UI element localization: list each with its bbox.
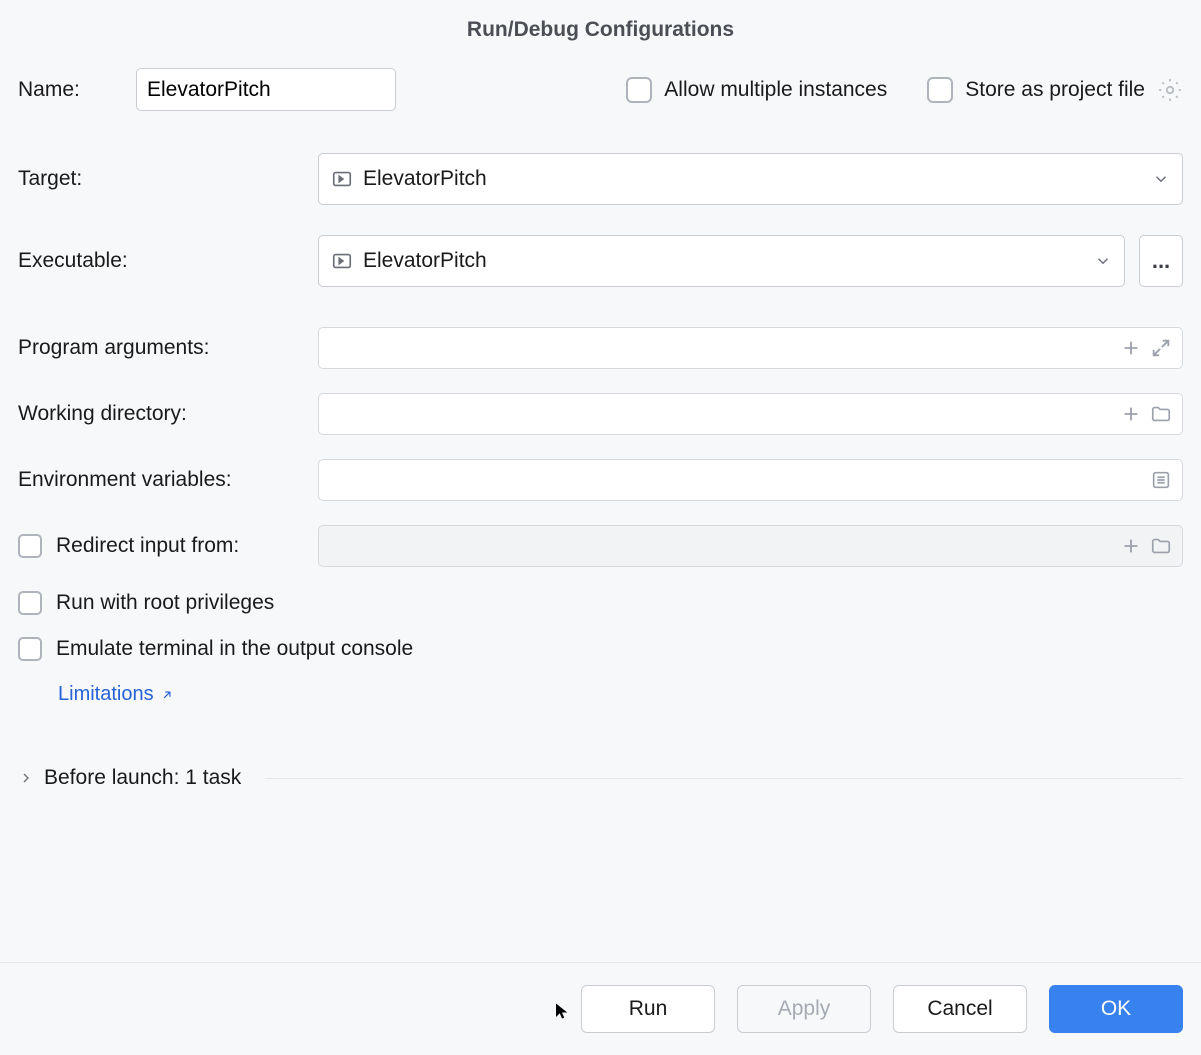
section-divider: [265, 778, 1183, 779]
executable-label: Executable:: [18, 249, 318, 273]
store-project-checkbox[interactable]: [927, 77, 953, 103]
redirect-input-label: Redirect input from:: [56, 534, 239, 558]
redirect-input-checkbox[interactable]: [18, 534, 42, 558]
before-launch-header[interactable]: Before launch: 1 task: [44, 766, 241, 790]
executable-icon: [331, 250, 353, 272]
working-dir-field[interactable]: [318, 393, 1183, 435]
plus-icon: [1120, 535, 1142, 557]
store-project-label: Store as project file: [965, 78, 1145, 102]
emulate-terminal-label: Emulate terminal in the output console: [56, 637, 413, 661]
allow-multiple-checkbox[interactable]: [626, 77, 652, 103]
executable-browse-button[interactable]: ...: [1139, 235, 1183, 287]
folder-icon: [1150, 535, 1172, 557]
target-select[interactable]: ElevatorPitch: [318, 153, 1183, 205]
program-args-label: Program arguments:: [18, 336, 318, 360]
apply-button[interactable]: Apply: [737, 985, 871, 1033]
target-value: ElevatorPitch: [363, 167, 1152, 191]
env-vars-input[interactable]: [329, 469, 1142, 491]
name-label: Name:: [18, 78, 136, 102]
target-label: Target:: [18, 167, 318, 191]
name-input[interactable]: [136, 68, 396, 111]
root-privileges-label: Run with root privileges: [56, 591, 274, 615]
executable-select[interactable]: ElevatorPitch: [318, 235, 1125, 287]
allow-multiple-label: Allow multiple instances: [664, 78, 887, 102]
cancel-button[interactable]: Cancel: [893, 985, 1027, 1033]
program-args-field[interactable]: [318, 327, 1183, 369]
external-link-icon: [160, 688, 174, 702]
limitations-label: Limitations: [58, 683, 154, 706]
gear-icon[interactable]: [1157, 77, 1183, 103]
dialog-title: Run/Debug Configurations: [0, 0, 1201, 52]
redirect-input-input: [329, 535, 1112, 557]
folder-icon[interactable]: [1150, 403, 1172, 425]
working-dir-label: Working directory:: [18, 402, 318, 426]
plus-icon[interactable]: [1120, 337, 1142, 359]
working-dir-input[interactable]: [329, 403, 1112, 425]
env-vars-label: Environment variables:: [18, 468, 318, 492]
plus-icon[interactable]: [1120, 403, 1142, 425]
env-vars-field[interactable]: [318, 459, 1183, 501]
expand-icon[interactable]: [1150, 337, 1172, 359]
target-icon: [331, 168, 353, 190]
list-icon[interactable]: [1150, 469, 1172, 491]
run-button[interactable]: Run: [581, 985, 715, 1033]
executable-value: ElevatorPitch: [363, 249, 1094, 273]
chevron-down-icon: [1094, 252, 1112, 270]
chevron-down-icon: [1152, 170, 1170, 188]
limitations-link[interactable]: Limitations: [58, 683, 174, 706]
root-privileges-checkbox[interactable]: [18, 591, 42, 615]
redirect-input-field: [318, 525, 1183, 567]
emulate-terminal-checkbox[interactable]: [18, 637, 42, 661]
ok-button[interactable]: OK: [1049, 985, 1183, 1033]
chevron-right-icon[interactable]: [18, 770, 34, 786]
program-args-input[interactable]: [329, 337, 1112, 359]
